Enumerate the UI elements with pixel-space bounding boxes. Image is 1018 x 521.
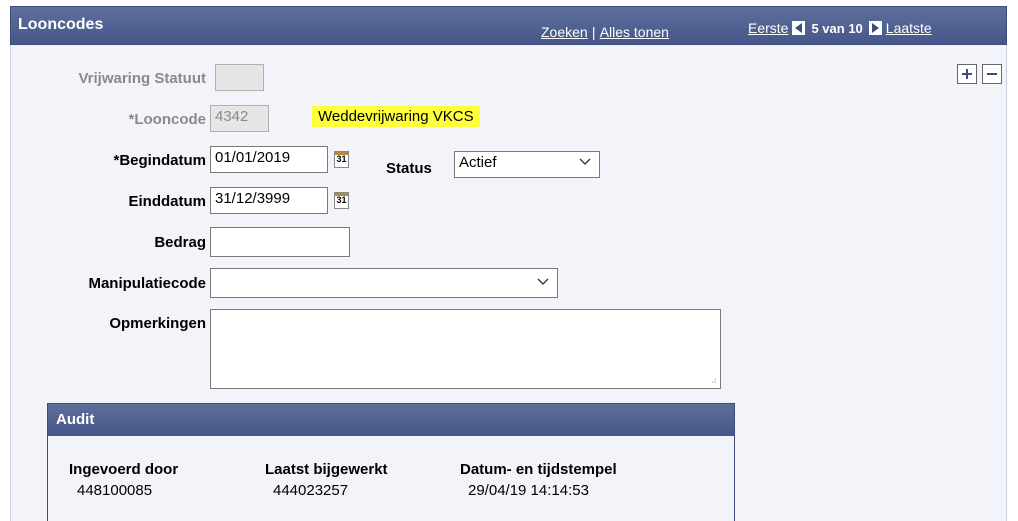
chevron-down-icon	[537, 278, 549, 285]
nav-next-icon[interactable]	[868, 21, 882, 35]
begindatum-input[interactable]: 01/01/2019	[210, 146, 328, 173]
audit-timestamp: Datum- en tijdstempel 29/04/19 14:14:53	[460, 461, 617, 499]
resize-handle-icon[interactable]: ⠴	[711, 376, 717, 385]
audit-last-updated: Laatst bijgewerkt 444023257	[265, 461, 388, 499]
status-select[interactable]: Actief	[454, 151, 600, 178]
vrijwaring-statuut-label: Vrijwaring Statuut	[78, 70, 206, 87]
minus-icon	[987, 73, 997, 75]
looncode-field: 4342	[210, 105, 269, 132]
timestamp-label: Datum- en tijdstempel	[460, 461, 617, 478]
audit-entered-by: Ingevoerd door 448100085	[69, 461, 178, 499]
calendar-icon[interactable]: 31	[334, 151, 349, 168]
last-link[interactable]: Laatste	[886, 20, 932, 36]
row-count: 5 van 10	[811, 20, 863, 36]
search-link[interactable]: Zoeken	[541, 24, 588, 40]
calendar-icon[interactable]: 31	[334, 192, 349, 209]
add-row-button[interactable]	[957, 64, 977, 84]
manipulatiecode-label: Manipulatiecode	[88, 275, 206, 292]
status-label: Status	[386, 160, 432, 177]
opmerkingen-textarea[interactable]: ⠴	[210, 309, 721, 389]
einddatum-label: Einddatum	[128, 193, 207, 210]
search-links: Zoeken | Alles tonen	[541, 24, 669, 41]
status-value: Actief	[459, 154, 497, 171]
looncode-description: Weddevrijwaring VKCS	[312, 106, 480, 127]
manipulatiecode-select[interactable]	[210, 268, 558, 298]
bedrag-input[interactable]	[210, 227, 350, 257]
row-navigation: Eerste 5 van 10 Laatste	[748, 20, 932, 36]
page-title: Looncodes	[18, 16, 104, 33]
looncode-label: *Looncode	[128, 111, 207, 128]
first-link[interactable]: Eerste	[748, 20, 788, 36]
plus-icon	[962, 69, 972, 79]
timestamp-value: 29/04/19 14:14:53	[468, 482, 589, 499]
last-updated-value: 444023257	[273, 482, 349, 499]
looncodes-header: Looncodes Zoeken | Alles tonen Eerste 5 …	[10, 6, 1007, 45]
begindatum-label: *Begindatum	[113, 152, 206, 169]
entered-by-value: 448100085	[77, 482, 153, 499]
vrijwaring-statuut-field	[215, 64, 264, 91]
nav-first-icon[interactable]	[792, 21, 806, 35]
audit-title: Audit	[48, 404, 734, 436]
einddatum-input[interactable]: 31/12/3999	[210, 187, 328, 214]
show-all-link[interactable]: Alles tonen	[600, 24, 669, 40]
opmerkingen-label: Opmerkingen	[109, 315, 206, 332]
audit-section: Audit Ingevoerd door 448100085 Laatst bi…	[47, 403, 735, 521]
chevron-down-icon	[579, 158, 591, 165]
entered-by-label: Ingevoerd door	[69, 461, 179, 478]
remove-row-button[interactable]	[982, 64, 1002, 84]
bedrag-label: Bedrag	[154, 234, 206, 251]
link-separator: |	[591, 24, 596, 40]
last-updated-label: Laatst bijgewerkt	[265, 461, 388, 478]
